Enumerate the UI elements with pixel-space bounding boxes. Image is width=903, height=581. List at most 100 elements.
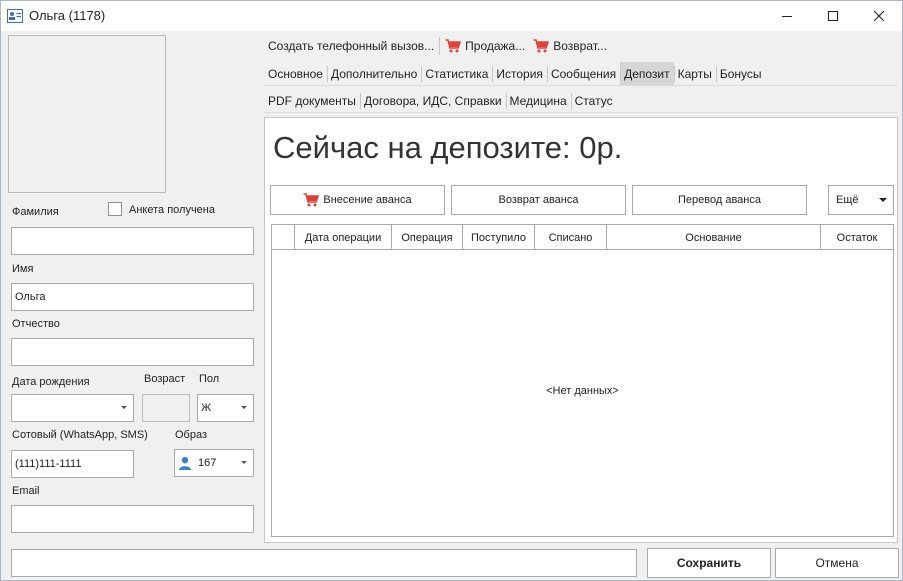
tab-label: Договора, ИДС, Справки: [363, 93, 502, 108]
phone-label: Сотовый (WhatsApp, SMS): [12, 429, 148, 441]
contact-photo[interactable]: [8, 35, 166, 193]
add-advance-label: Внесение аванса: [323, 194, 412, 206]
return-label: Возврат...: [553, 39, 607, 53]
return-advance-label: Возврат аванса: [498, 194, 579, 206]
contact-card-icon: [7, 9, 23, 23]
column-header-charged[interactable]: Списано: [535, 225, 607, 250]
maximize-icon: [828, 11, 838, 21]
tab-main[interactable]: Основное: [264, 62, 327, 85]
minimize-button[interactable]: [764, 1, 810, 31]
firstname-field[interactable]: Ольга: [11, 283, 254, 311]
sales-button[interactable]: Продажа...: [441, 35, 529, 57]
image-dropdown[interactable]: 167: [174, 449, 254, 477]
column-label: Остаток: [836, 231, 878, 244]
column-header-date[interactable]: Дата операции: [295, 225, 392, 250]
column-label: Операция: [401, 231, 453, 244]
survey-label: Анкета получена: [129, 204, 215, 216]
cancel-label: Отмена: [815, 556, 859, 570]
column-header-operation[interactable]: Операция: [392, 225, 463, 250]
chevron-down-icon: [241, 461, 247, 464]
column-header-balance[interactable]: Остаток: [821, 225, 893, 250]
shopping-cart-icon: [445, 39, 462, 53]
tab-deposit[interactable]: Депозит: [620, 62, 674, 85]
column-label: Основание: [685, 231, 742, 244]
chevron-down-icon: [879, 198, 887, 202]
column-label: Дата операции: [304, 231, 382, 244]
email-field[interactable]: [11, 505, 254, 533]
firstname-value: Ольга: [15, 291, 46, 303]
tab-statistics[interactable]: Статистика: [421, 62, 492, 85]
column-label: Списано: [548, 231, 593, 244]
close-button[interactable]: [856, 1, 902, 31]
tab-label: Депозит: [624, 66, 670, 81]
age-label: Возраст: [144, 373, 186, 385]
empty-grid-message: <Нет данных>: [546, 385, 619, 397]
middlename-field[interactable]: [11, 338, 254, 366]
toolbar-divider: [439, 37, 441, 55]
tab-label: Статистика: [425, 66, 489, 81]
lastname-label: Фамилия: [12, 206, 59, 218]
add-advance-button[interactable]: Внесение аванса: [270, 185, 445, 215]
middlename-label: Отчество: [12, 318, 60, 330]
column-header-received[interactable]: Поступило: [463, 225, 535, 250]
contact-window: Ольга (1178) Фамилия Анкета получена Имя…: [0, 0, 903, 581]
return-button[interactable]: Возврат...: [529, 35, 611, 57]
transfer-advance-label: Перевод аванса: [678, 194, 761, 206]
tab-label: Карты: [677, 66, 712, 81]
more-label: Ещё: [836, 194, 859, 206]
sales-label: Продажа...: [465, 39, 526, 53]
phone-field[interactable]: (111)111-1111: [11, 450, 134, 478]
lastname-field[interactable]: [11, 227, 254, 255]
tabs-row-docs: PDF документы Договора, ИДС, Справки Мед…: [264, 89, 897, 113]
image-value: 167: [198, 457, 217, 469]
return-advance-button[interactable]: Возврат аванса: [451, 185, 626, 215]
age-field: [142, 394, 190, 422]
avatar-icon: [179, 457, 191, 470]
tab-bonuses[interactable]: Бонусы: [715, 62, 766, 85]
tab-label: История: [496, 66, 543, 81]
gender-dropdown[interactable]: Ж: [197, 394, 254, 422]
transfer-advance-button[interactable]: Перевод аванса: [632, 185, 807, 215]
tab-status[interactable]: Статус: [570, 89, 617, 112]
tab-label: Сообщения: [550, 66, 617, 81]
shopping-cart-icon: [533, 39, 550, 53]
deposit-operations-grid[interactable]: Дата операции Операция Поступило Списано…: [271, 224, 894, 537]
close-icon: [874, 11, 884, 21]
grid-header: Дата операции Операция Поступило Списано…: [272, 225, 893, 250]
gender-value: Ж: [201, 402, 212, 414]
firstname-label: Имя: [12, 263, 34, 275]
image-label: Образ: [175, 429, 208, 441]
column-label: Поступило: [471, 231, 526, 244]
phone-value: (111)111-1111: [15, 458, 82, 470]
tab-history[interactable]: История: [492, 62, 547, 85]
action-toolbar: Создать телефонный вызов... Продажа... В…: [264, 35, 611, 57]
tab-contracts[interactable]: Договора, ИДС, Справки: [359, 89, 506, 112]
birthdate-label: Дата рождения: [12, 376, 90, 388]
shopping-cart-icon: [303, 193, 320, 207]
create-call-button[interactable]: Создать телефонный вызов...: [264, 35, 438, 57]
status-field[interactable]: [11, 549, 637, 577]
tab-label: Статус: [574, 93, 613, 108]
cancel-button[interactable]: Отмена: [775, 548, 899, 578]
create-call-label: Создать телефонный вызов...: [268, 39, 435, 53]
tab-additional[interactable]: Дополнительно: [326, 62, 421, 85]
minimize-icon: [782, 16, 792, 17]
deposit-panel: Сейчас на депозите: 0р. Внесение аванса …: [264, 117, 898, 543]
tab-medicine[interactable]: Медицина: [505, 89, 571, 112]
tab-pdf-documents[interactable]: PDF документы: [264, 89, 360, 112]
maximize-button[interactable]: [810, 1, 856, 31]
column-header-reason[interactable]: Основание: [607, 225, 821, 250]
title-bar: Ольга (1178): [1, 1, 902, 31]
birthdate-dropdown[interactable]: [11, 394, 134, 422]
save-label: Сохранить: [676, 556, 742, 570]
email-label: Email: [12, 485, 40, 497]
window-title: Ольга (1178): [29, 8, 106, 23]
survey-checkbox[interactable]: [108, 202, 122, 216]
tab-messages[interactable]: Сообщения: [546, 62, 620, 85]
column-header-indicator[interactable]: [272, 225, 295, 250]
tab-cards[interactable]: Карты: [673, 62, 716, 85]
tab-label: Бонусы: [719, 66, 762, 81]
more-dropdown[interactable]: Ещё: [828, 185, 894, 215]
tabs-row-main: Основное Дополнительно Статистика Истори…: [264, 62, 897, 86]
save-button[interactable]: Сохранить: [647, 548, 771, 578]
